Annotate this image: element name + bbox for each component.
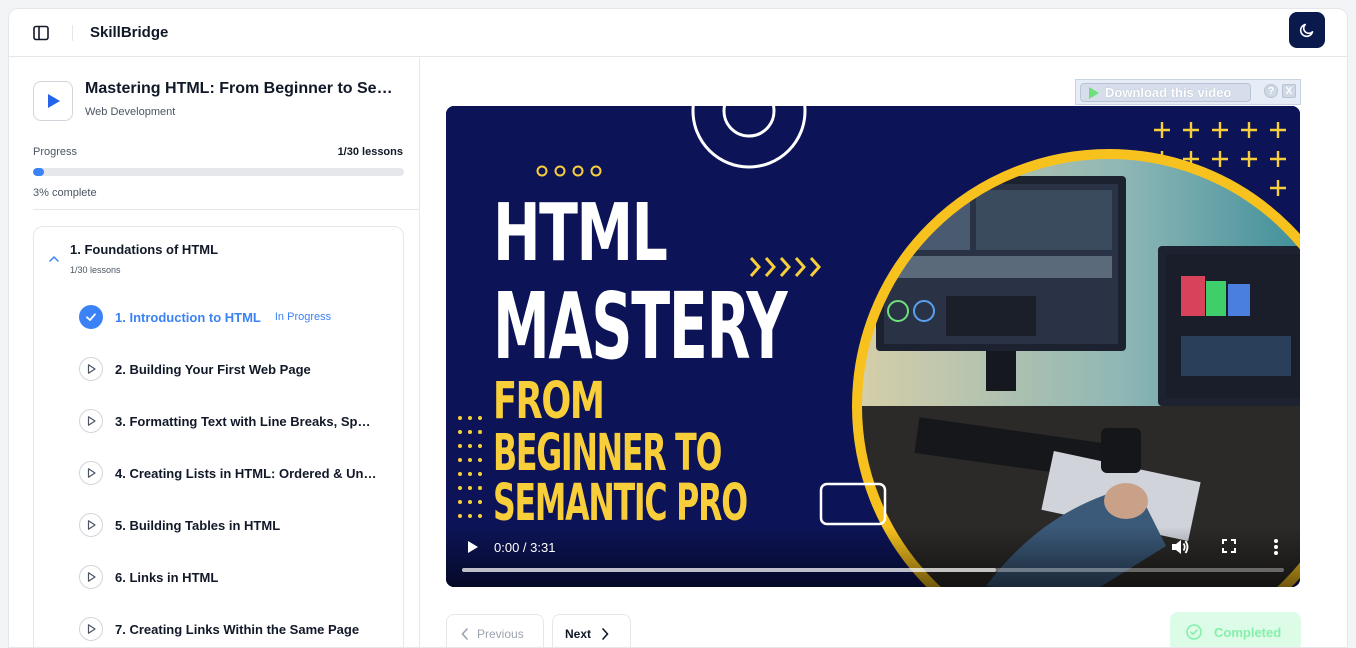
check-circle-icon	[1186, 624, 1202, 640]
progress-percent: 3% complete	[33, 187, 97, 199]
module-header[interactable]: 1. Foundations of HTML 1/30 lessons	[34, 227, 403, 287]
play-circle-icon	[79, 617, 103, 641]
module-lesson-count: 1/30 lessons	[70, 265, 121, 275]
lesson-title: 4. Creating Lists in HTML: Ordered & Uno…	[115, 465, 377, 481]
lesson-title: 1. Introduction to HTML	[115, 309, 261, 325]
play-circle-icon	[79, 565, 103, 589]
video-player[interactable]: HTML MASTERY FROM BEGINNER TO SEMANTIC P…	[446, 106, 1300, 587]
previous-label: Previous	[477, 627, 524, 641]
play-arrow-icon	[1089, 86, 1099, 99]
lesson-item-5[interactable]: 5. Building Tables in HTML	[79, 505, 389, 545]
course-sidebar: Mastering HTML: From Beginner to Semanti…	[9, 58, 420, 647]
lesson-title: 6. Links in HTML	[115, 569, 219, 585]
video-controls: 0:00 / 3:31	[446, 526, 1300, 587]
lesson-item-7[interactable]: 7. Creating Links Within the Same Page	[79, 609, 389, 647]
download-video-bar: Download this video ? X	[1075, 79, 1301, 105]
help-icon[interactable]: ?	[1264, 84, 1278, 98]
completed-label: Completed	[1214, 624, 1282, 640]
video-seek-bar[interactable]	[462, 568, 1284, 572]
lesson-title: 2. Building Your First Web Page	[115, 361, 311, 377]
play-circle-icon	[79, 461, 103, 485]
chevron-left-icon	[461, 628, 468, 640]
lesson-title: 5. Building Tables in HTML	[115, 517, 281, 533]
more-options-icon[interactable]	[1270, 537, 1282, 557]
lesson-title: 7. Creating Links Within the Same Page	[115, 621, 360, 637]
progress-count: 1/30 lessons	[337, 146, 403, 158]
download-video-button[interactable]: Download this video	[1080, 83, 1251, 102]
lesson-item-2[interactable]: 2. Building Your First Web Page	[79, 349, 389, 389]
chevron-right-icon	[602, 628, 609, 640]
fullscreen-icon[interactable]	[1221, 538, 1237, 554]
lesson-item-1[interactable]: 1. Introduction to HTML In Progress	[79, 297, 389, 337]
thumbnail-subtitle-line-2: BEGINNER TO	[493, 424, 722, 483]
course-play-icon	[33, 81, 73, 121]
course-title: Mastering HTML: From Beginner to Semanti…	[85, 80, 403, 97]
chevron-up-icon	[49, 256, 59, 262]
previous-button[interactable]: Previous	[446, 614, 544, 647]
progress-bar	[33, 168, 404, 176]
play-circle-icon	[79, 513, 103, 537]
play-icon[interactable]	[464, 539, 480, 555]
lesson-title: 3. Formatting Text with Line Breaks, Spa…	[115, 413, 377, 429]
thumbnail-title-line-2: MASTERY	[493, 273, 788, 380]
next-button[interactable]: Next	[552, 614, 631, 647]
sidebar-panel-icon[interactable]	[31, 23, 51, 43]
play-circle-icon	[79, 409, 103, 433]
header-divider	[72, 25, 73, 41]
lesson-status-badge: In Progress	[274, 311, 332, 323]
play-circle-icon	[79, 357, 103, 381]
next-label: Next	[565, 627, 592, 641]
top-header: SkillBridge	[9, 9, 1347, 57]
course-category: Web Development	[85, 106, 176, 118]
lesson-item-3[interactable]: 3. Formatting Text with Line Breaks, Spa…	[79, 401, 389, 441]
seek-buffer-fill	[462, 568, 997, 572]
check-circle-icon	[79, 305, 103, 329]
thumbnail-subtitle-line-3: SEMANTIC PRO	[493, 474, 748, 533]
progress-bar-fill	[33, 168, 45, 176]
progress-label: Progress	[33, 146, 78, 158]
brand-name: SkillBridge	[90, 24, 169, 41]
module-title: 1. Foundations of HTML	[70, 242, 219, 257]
completed-button[interactable]: Completed	[1170, 612, 1301, 647]
volume-icon[interactable]	[1170, 538, 1190, 556]
app-window: SkillBridge Mastering HTML: From Beginne…	[8, 8, 1348, 648]
lesson-item-6[interactable]: 6. Links in HTML	[79, 557, 389, 597]
thumbnail-subtitle-line-1: FROM	[493, 372, 605, 431]
download-video-label: Download this video	[1105, 85, 1232, 100]
sidebar-divider	[33, 209, 420, 210]
moon-icon	[1299, 23, 1314, 38]
thumbnail-title-line-1: HTML	[493, 187, 668, 279]
close-icon[interactable]: X	[1282, 84, 1296, 98]
theme-toggle-button[interactable]	[1289, 12, 1325, 48]
lesson-item-4[interactable]: 4. Creating Lists in HTML: Ordered & Uno…	[79, 453, 389, 493]
module-card: 1. Foundations of HTML 1/30 lessons 1. I…	[33, 226, 404, 647]
video-time: 0:00 / 3:31	[494, 540, 556, 555]
